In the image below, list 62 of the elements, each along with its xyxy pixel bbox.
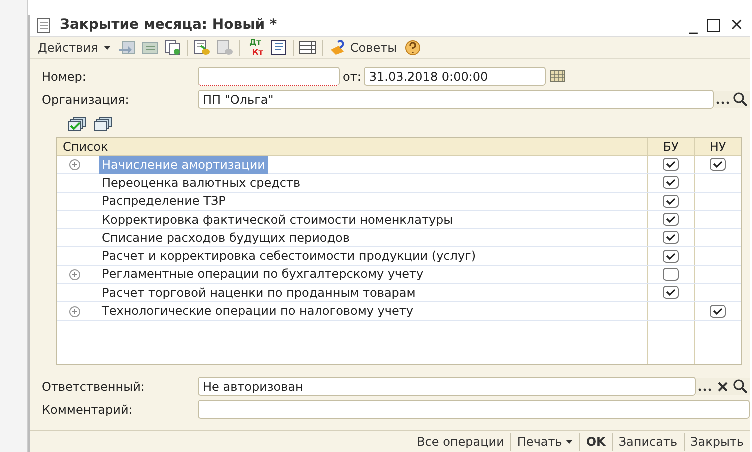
comment-field[interactable]	[198, 400, 750, 419]
operation-name[interactable]: Расчет торговой наценки по проданным товарам	[99, 284, 416, 302]
check-all-icon[interactable]	[68, 117, 88, 133]
checkbox[interactable]	[663, 231, 679, 244]
organization-field[interactable]: ПП "Ольга"	[198, 90, 714, 109]
more-icon[interactable]	[696, 378, 714, 395]
minimize-button[interactable]: _	[689, 17, 698, 34]
document-icon	[36, 18, 52, 34]
operation-name[interactable]: Технологические операции по налоговому учету	[99, 302, 414, 320]
field-label: от:	[343, 68, 362, 86]
calendar-icon[interactable]	[549, 68, 568, 85]
expand-icon[interactable]	[69, 159, 81, 172]
ok-button[interactable]: OK	[579, 432, 612, 450]
field-label: Комментарий:	[41, 402, 134, 418]
tips-button[interactable]: Советы	[328, 38, 400, 56]
copy-document-icon[interactable]	[164, 40, 182, 56]
search-icon[interactable]	[732, 378, 750, 395]
caret-icon	[566, 440, 574, 444]
footer-button[interactable]: Закрыть	[684, 432, 750, 450]
close-button[interactable]: ×	[730, 17, 744, 34]
window-title: Закрытие месяца: Новый *	[60, 16, 278, 35]
checkbox[interactable]	[663, 213, 679, 226]
date-field[interactable]: 31.03.2018 0:00:00	[364, 67, 546, 86]
field-label: Ответственный:	[41, 378, 146, 396]
number-field[interactable]	[198, 67, 340, 86]
expand-icon[interactable]	[69, 306, 81, 318]
field-label: Номер:	[41, 68, 88, 86]
document-icon[interactable]	[141, 40, 160, 56]
column-header: НУ	[694, 138, 741, 155]
footer-button[interactable]: Печать	[510, 432, 580, 450]
checkbox[interactable]	[663, 194, 679, 208]
operation-name[interactable]: Списание расходов будущих периодов	[99, 228, 350, 247]
table-icon[interactable]	[299, 40, 318, 56]
checkbox[interactable]	[710, 158, 726, 172]
document-coins-icon[interactable]	[193, 40, 212, 56]
operation-name[interactable]: Распределение ТЗР	[99, 192, 226, 210]
report-icon[interactable]	[270, 40, 288, 56]
maximize-button[interactable]: □	[706, 17, 722, 34]
operation-name[interactable]: Корректировка фактической стоимости номенклатуры	[99, 210, 454, 229]
footer-button[interactable]: Записать	[612, 432, 684, 450]
checkbox[interactable]	[710, 304, 726, 318]
more-icon[interactable]	[714, 91, 732, 108]
uncheck-all-icon[interactable]	[94, 117, 114, 133]
checkbox[interactable]	[663, 176, 679, 190]
checkbox[interactable]	[663, 158, 679, 172]
column-header: БУ	[647, 138, 694, 155]
actions-menu-button[interactable]: Действия	[36, 38, 114, 56]
field-label: Организация:	[41, 92, 130, 108]
debit-credit-button[interactable]: Дт Кт	[245, 38, 266, 56]
responsible-field[interactable]: Не авторизован	[198, 377, 696, 396]
operation-name[interactable]: Расчет и корректировка себестоимости продукции (услуг)	[99, 247, 476, 266]
help-icon[interactable]	[404, 40, 422, 56]
caret-icon	[104, 46, 112, 50]
checkbox[interactable]	[663, 250, 679, 263]
footer-button[interactable]: Все операции	[411, 432, 510, 450]
operation-name[interactable]: Переоценка валютных средств	[99, 174, 301, 192]
column-header: Список	[62, 138, 110, 155]
checkbox[interactable]	[663, 268, 679, 281]
checkbox[interactable]	[663, 286, 679, 300]
operation-name[interactable]: Регламентные операции по бухгалтерскому учету	[99, 265, 424, 284]
expand-icon[interactable]	[69, 269, 81, 282]
search-icon[interactable]	[732, 91, 750, 108]
